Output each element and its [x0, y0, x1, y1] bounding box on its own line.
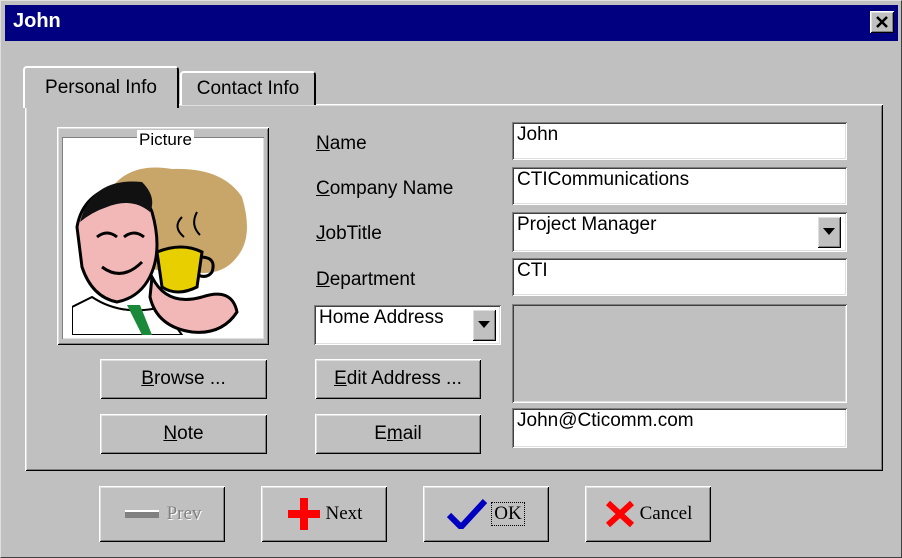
tab-contact-info[interactable]: Contact Info: [180, 71, 316, 105]
job-title-select[interactable]: Project Manager: [512, 212, 847, 252]
picture-group: Picture: [57, 127, 269, 345]
close-icon: [876, 16, 888, 28]
picture-caption: Picture: [137, 130, 194, 150]
note-button[interactable]: Note: [100, 414, 267, 454]
ok-button[interactable]: OK: [423, 486, 549, 542]
edit-address-button-label: Edit Address ...: [334, 368, 462, 389]
note-button-label: Note: [163, 423, 204, 444]
company-name-label: Company Name: [316, 178, 454, 199]
browse-button-label: Browse ...: [141, 368, 226, 389]
checkmark-icon: [447, 499, 488, 529]
name-label: Name: [316, 133, 367, 154]
job-title-value: Project Manager: [517, 214, 657, 235]
browse-button[interactable]: Browse ...: [100, 359, 267, 399]
prev-button-label: Prev: [166, 503, 202, 524]
next-button[interactable]: Next: [261, 486, 387, 542]
dropdown-arrow-icon: [478, 321, 490, 328]
title-bar: John: [5, 5, 898, 41]
prev-button[interactable]: Prev: [99, 486, 225, 542]
close-button[interactable]: [870, 11, 894, 33]
address-display: [512, 304, 847, 403]
name-input[interactable]: John: [512, 122, 847, 160]
job-title-dropdown-button[interactable]: [817, 216, 841, 248]
company-name-input[interactable]: CTICommunications: [512, 167, 847, 205]
x-icon: [605, 500, 634, 528]
prev-arrow-icon: [124, 510, 159, 518]
tab-personal-info[interactable]: Personal Info: [23, 66, 179, 108]
cancel-button-label: Cancel: [639, 503, 693, 524]
dropdown-arrow-icon: [823, 228, 835, 235]
dialog-window: John Personal Info Contact Info Picture …: [0, 0, 902, 558]
ok-button-label: OK: [491, 502, 525, 526]
person-drinking-coffee-image: [72, 167, 247, 335]
next-button-label: Next: [325, 503, 363, 524]
tab-personal-info-label: Personal Info: [45, 77, 157, 98]
department-label: Department: [316, 269, 416, 290]
address-type-value: Home Address: [319, 307, 444, 328]
edit-address-button[interactable]: Edit Address ...: [315, 359, 481, 399]
department-input[interactable]: CTI: [512, 258, 847, 296]
job-title-label: JobTitle: [316, 223, 382, 244]
email-button[interactable]: Email: [315, 414, 481, 454]
window-title: John: [13, 10, 61, 32]
picture-frame[interactable]: [62, 137, 264, 339]
cancel-button[interactable]: Cancel: [585, 486, 711, 542]
plus-icon: [287, 498, 320, 530]
tab-contact-info-label: Contact Info: [196, 78, 300, 99]
address-type-dropdown-button[interactable]: [472, 309, 496, 341]
email-button-label: Email: [374, 423, 422, 444]
email-input[interactable]: John@Cticomm.com: [512, 408, 847, 448]
